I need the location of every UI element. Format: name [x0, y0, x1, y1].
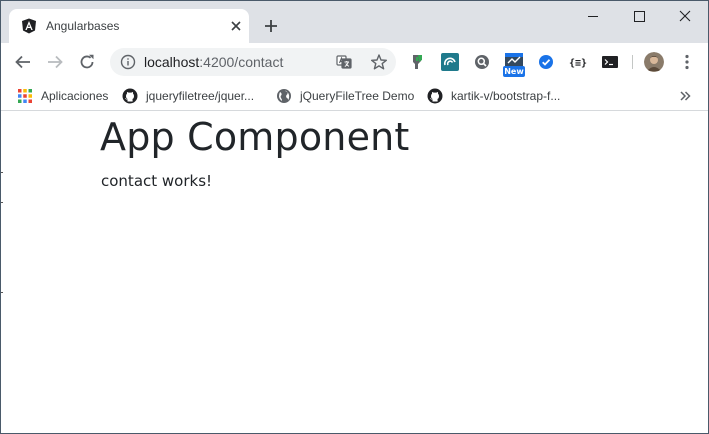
ext-teal-swirl-icon[interactable] [440, 52, 460, 72]
minimize-icon[interactable] [570, 1, 616, 31]
maximize-icon[interactable] [616, 1, 662, 31]
bookmark-label: kartik-v/bootstrap-f... [451, 89, 561, 103]
ext-search-icon[interactable] [472, 52, 492, 72]
browser-window: Angularbases localhost:4200/contact New … [0, 0, 709, 434]
menu-kebab-icon[interactable] [680, 52, 694, 72]
tab-angularbases[interactable]: Angularbases [9, 9, 249, 43]
close-icon[interactable] [662, 1, 708, 31]
bookmark-aplicaciones[interactable]: Aplicaciones [17, 86, 108, 106]
bookmark-jqueryfiletree-github[interactable]: jqueryfiletree/jquer... [122, 86, 254, 106]
url-host: localhost [144, 54, 200, 70]
edge-tick [1, 202, 3, 203]
tab-title: Angularbases [46, 19, 120, 33]
page-body-text: contact works! [101, 172, 213, 190]
ext-json-braces-icon[interactable]: {≡} [568, 52, 588, 72]
bookmark-label: jQueryFileTree Demo [300, 89, 415, 103]
ext-terminal-icon[interactable] [600, 52, 620, 72]
tab-close-icon[interactable] [228, 18, 244, 34]
bookmarks-bar: Aplicaciones jqueryfiletree/jquer... jQu… [1, 81, 708, 111]
tab-strip: Angularbases [1, 1, 708, 43]
url-path: :4200/contact [199, 54, 284, 70]
bookmark-kartik-v-github[interactable]: kartik-v/bootstrap-f... [427, 86, 560, 106]
angular-icon [22, 18, 36, 34]
ext-checkmark-icon[interactable] [536, 52, 556, 72]
address-bar[interactable]: localhost:4200/contact [110, 48, 396, 76]
forward-arrow-icon[interactable] [45, 52, 65, 72]
reload-icon[interactable] [77, 52, 97, 72]
page-viewport: App Component contact works! [1, 112, 708, 433]
info-icon[interactable] [120, 54, 136, 70]
bookmark-label: Aplicaciones [41, 89, 109, 103]
new-tab-icon[interactable] [263, 18, 279, 34]
bookmark-star-icon[interactable] [370, 53, 388, 71]
page-title: App Component [100, 115, 410, 159]
github-icon [122, 88, 138, 104]
ext-new-badge: New [503, 66, 525, 77]
svg-text:{≡}: {≡} [569, 58, 587, 69]
globe-icon [277, 89, 291, 103]
toolbar-divider [632, 55, 633, 69]
github-icon [427, 88, 443, 104]
apps-grid-icon [18, 89, 32, 103]
avatar[interactable] [644, 52, 664, 72]
url-text[interactable]: localhost:4200/contact [144, 54, 283, 70]
translate-icon[interactable] [336, 54, 352, 70]
back-arrow-icon[interactable] [13, 52, 33, 72]
bookmark-label: jqueryfiletree/jquer... [146, 89, 255, 103]
edge-tick [1, 172, 3, 173]
chevron-double-right-icon[interactable] [677, 88, 693, 104]
edge-tick [1, 292, 3, 293]
ext-green-shield-icon[interactable] [407, 52, 427, 72]
browser-toolbar: localhost:4200/contact New {≡} [1, 43, 708, 81]
bookmark-jqueryfiletree-demo[interactable]: jQueryFileTree Demo [276, 86, 414, 106]
